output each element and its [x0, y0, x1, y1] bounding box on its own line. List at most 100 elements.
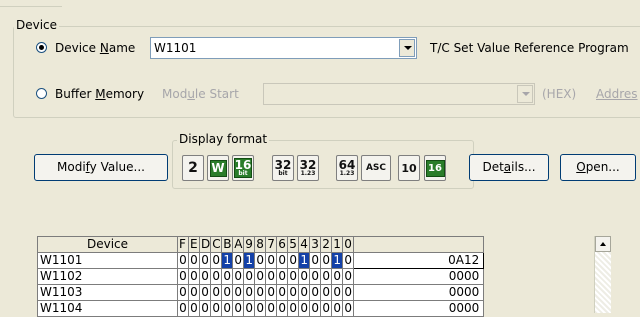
format-ascii-button[interactable]: ASC	[361, 155, 391, 181]
bit-cell[interactable]: 1	[243, 252, 256, 269]
device-name-radio[interactable]	[36, 42, 47, 53]
table-row[interactable]: W1101 0 0 0 0 1 0 1 0 0 0 0 1 0 0 1 0 0A12	[37, 252, 485, 269]
bit-cell[interactable]: 0	[221, 284, 234, 301]
bit-cell[interactable]: 0	[254, 268, 267, 285]
bit-cell[interactable]: 0	[265, 268, 278, 285]
device-name-dropdown-button[interactable]	[399, 39, 415, 57]
bit-cell[interactable]: 0	[276, 300, 289, 317]
value-cell[interactable]: 0000	[353, 268, 485, 285]
format-64bit-float-button[interactable]: 64 1.23	[336, 155, 358, 181]
format-32bit-float-button[interactable]: 32 1.23	[297, 155, 319, 181]
bit-cell[interactable]: 1	[298, 252, 311, 269]
bit-cell[interactable]: 0	[232, 252, 245, 269]
bit-cell[interactable]: 0	[309, 284, 322, 301]
bit-cell[interactable]: 0	[287, 252, 300, 269]
bit-cell[interactable]: 0	[309, 268, 322, 285]
bit-cell[interactable]: 0	[210, 252, 223, 269]
bit-cell[interactable]: 0	[254, 300, 267, 317]
bit-cell[interactable]: 0	[221, 268, 234, 285]
bit-cell[interactable]: 0	[287, 300, 300, 317]
bit-cell[interactable]: 0	[265, 284, 278, 301]
value-cell[interactable]: 0000	[353, 284, 485, 301]
device-cell[interactable]: W1102	[37, 268, 178, 285]
bit-cell[interactable]: 0	[320, 252, 333, 269]
module-start-combo[interactable]	[263, 83, 535, 105]
bit-cell[interactable]: 0	[232, 268, 245, 285]
bit-cell[interactable]: 0	[198, 284, 212, 301]
bit-cell[interactable]: 0	[298, 268, 311, 285]
bit-cell[interactable]: 0	[221, 300, 234, 317]
buffer-memory-radio[interactable]	[36, 88, 47, 99]
device-cell[interactable]: W1103	[37, 284, 178, 301]
format-16bit-button[interactable]: 16 bit	[232, 155, 254, 181]
bit-cell[interactable]: 0	[276, 252, 289, 269]
details-button[interactable]: Details...	[469, 154, 549, 181]
open-button[interactable]: Open...	[560, 154, 636, 181]
bit-cell[interactable]: 0	[342, 300, 355, 317]
bit-cell[interactable]: 0	[298, 300, 311, 317]
scroll-up-button[interactable]	[595, 236, 611, 252]
bit-cell[interactable]: 0	[309, 300, 322, 317]
bit-cell[interactable]: 0	[342, 268, 355, 285]
bit-cell[interactable]: 0	[331, 300, 344, 317]
device-cell[interactable]: W1101	[37, 252, 178, 269]
table-row[interactable]: W1104 0 0 0 0 0 0 0 0 0 0 0 0 0 0 0 0 0000	[37, 300, 485, 317]
bit-cell[interactable]: 0	[177, 252, 189, 269]
value-cell[interactable]: 0A12	[353, 252, 485, 269]
modify-value-button[interactable]: Modify Value...	[34, 154, 168, 181]
format-bin-button[interactable]: 2	[182, 155, 204, 181]
bit-cell[interactable]: 0	[298, 284, 311, 301]
scroll-track[interactable]	[595, 252, 611, 313]
bit-cell[interactable]: 0	[188, 300, 200, 317]
bit-cell[interactable]: 0	[210, 284, 223, 301]
bit-cell[interactable]: 0	[243, 300, 256, 317]
bit-cell[interactable]: 0	[331, 268, 344, 285]
bit-cell[interactable]: 0	[320, 284, 333, 301]
bit-cell[interactable]: 0	[232, 300, 245, 317]
bit-cell[interactable]: 0	[198, 300, 212, 317]
bit-cell[interactable]: 0	[276, 284, 289, 301]
bit-cell[interactable]: 0	[309, 252, 322, 269]
bit-cell[interactable]: 0	[342, 252, 355, 269]
format-32bit-button[interactable]: 32 bit	[272, 155, 294, 181]
bit-cell[interactable]: 0	[243, 284, 256, 301]
bit-cell[interactable]: 0	[265, 300, 278, 317]
format-hex-button[interactable]: 16	[424, 155, 446, 181]
bit-cell[interactable]: 0	[342, 284, 355, 301]
bit-cell[interactable]: 0	[198, 252, 212, 269]
bit-cell[interactable]: 0	[254, 284, 267, 301]
bit-cell[interactable]: 0	[232, 284, 245, 301]
bit-cell[interactable]: 0	[320, 300, 333, 317]
bit-cell[interactable]: 0	[177, 300, 189, 317]
bit-cell[interactable]: 0	[287, 284, 300, 301]
bit-cell[interactable]: 0	[177, 268, 189, 285]
bit-cell[interactable]: 0	[287, 268, 300, 285]
bit-cell[interactable]: 0	[210, 268, 223, 285]
bit-cell[interactable]: 0	[188, 284, 200, 301]
bit-cell[interactable]: 0	[198, 268, 212, 285]
format-dec-button[interactable]: 10	[398, 155, 420, 181]
bit-cell[interactable]: 0	[320, 268, 333, 285]
device-cell[interactable]: W1104	[37, 300, 178, 317]
bit-cell[interactable]: 0	[177, 284, 189, 301]
bit-cell[interactable]: 0	[243, 268, 256, 285]
bit-cell[interactable]: 0	[331, 284, 344, 301]
bit-cell[interactable]: 1	[221, 252, 234, 269]
bit-cell[interactable]: 0	[188, 252, 200, 269]
device-name-value[interactable]: W1101	[154, 41, 196, 55]
header-device[interactable]: Device	[37, 236, 178, 253]
bit-cell[interactable]: 1	[331, 252, 344, 269]
table-row[interactable]: W1102 0 0 0 0 0 0 0 0 0 0 0 0 0 0 0 0 0000	[37, 268, 485, 285]
bit-cell[interactable]: 0	[276, 268, 289, 285]
value-cell[interactable]: 0000	[353, 300, 485, 317]
buffer-memory-label[interactable]: Buffer Memory	[55, 87, 144, 101]
format-word-button[interactable]: W	[207, 155, 229, 181]
device-name-label[interactable]: Device Name	[55, 41, 135, 55]
device-name-combo[interactable]: W1101	[150, 37, 417, 59]
table-row[interactable]: W1103 0 0 0 0 0 0 0 0 0 0 0 0 0 0 0 0 0000	[37, 284, 485, 301]
table-scrollbar[interactable]	[594, 236, 611, 313]
bit-cell[interactable]: 0	[188, 268, 200, 285]
bit-cell[interactable]: 0	[265, 252, 278, 269]
module-start-dropdown-button[interactable]	[517, 85, 533, 103]
bit-cell[interactable]: 0	[254, 252, 267, 269]
